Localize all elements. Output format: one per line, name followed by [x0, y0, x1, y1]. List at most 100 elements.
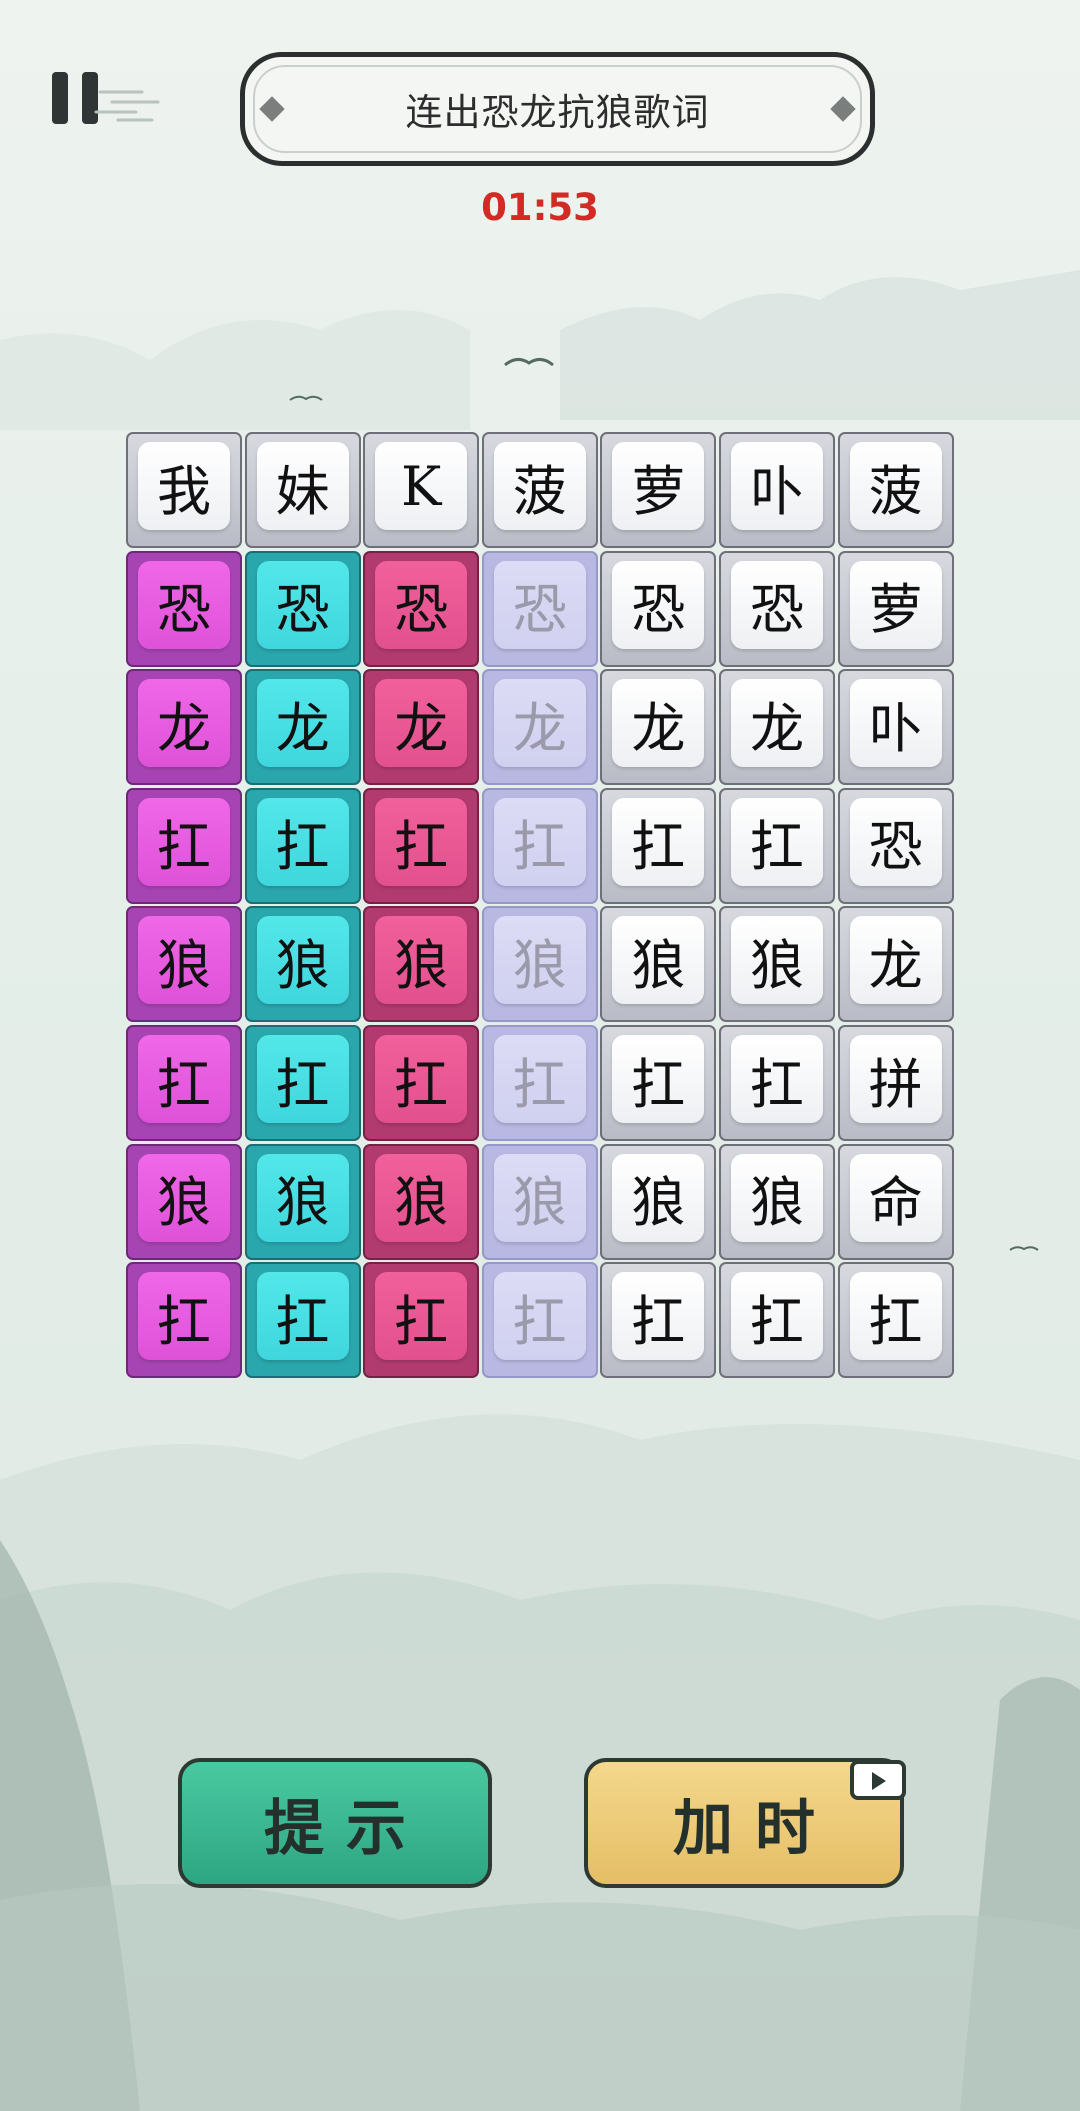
character-tile-label: 扛	[731, 1035, 823, 1123]
character-tile-label: 萝	[612, 442, 705, 530]
character-tile[interactable]: 狼	[126, 906, 242, 1023]
character-tile[interactable]: 扛	[126, 1025, 242, 1141]
character-tile-label: 龙	[138, 679, 230, 768]
character-tile[interactable]: 龙	[126, 669, 242, 786]
character-tile-label: 恐	[731, 560, 823, 649]
character-tile-label: 狼	[612, 1153, 705, 1242]
character-tile-label: 扛	[375, 1035, 468, 1123]
tile-board: 我妹K菠萝卟菠恐恐恐恐恐恐萝龙龙龙龙龙龙卟扛扛扛扛扛扛恐狼狼狼狼狼狼龙扛扛扛扛扛…	[126, 432, 956, 1392]
character-tile[interactable]: 扛	[126, 1262, 242, 1379]
character-tile-label: 卟	[849, 679, 942, 768]
character-tile[interactable]: 菠	[837, 432, 954, 548]
character-tile[interactable]: 恐	[244, 550, 361, 667]
character-tile-label: 狼	[375, 1153, 468, 1242]
character-tile[interactable]: 狼	[126, 1143, 242, 1260]
character-tile[interactable]: 扛	[363, 1262, 480, 1379]
pause-icon	[52, 72, 68, 124]
character-tile[interactable]: 龙	[481, 669, 598, 786]
character-tile[interactable]: 恐	[481, 550, 598, 667]
character-tile[interactable]: 狼	[244, 906, 361, 1023]
character-tile[interactable]: 狼	[481, 1143, 598, 1260]
character-tile-label: 恐	[849, 797, 942, 886]
character-tile[interactable]: 狼	[363, 1143, 480, 1260]
character-tile[interactable]: 萝	[837, 550, 954, 667]
character-tile-label: 恐	[256, 560, 349, 649]
character-tile[interactable]: 妹	[244, 432, 361, 548]
character-tile-label: 扛	[256, 1035, 349, 1123]
character-tile[interactable]: 卟	[719, 432, 835, 548]
character-tile[interactable]: 扛	[600, 1262, 717, 1379]
character-tile[interactable]: 扛	[481, 1262, 598, 1379]
character-tile[interactable]: 扛	[600, 1025, 717, 1141]
character-tile[interactable]: 龙	[600, 669, 717, 786]
character-tile[interactable]: 扛	[244, 787, 361, 904]
character-tile[interactable]: 恐	[837, 787, 954, 904]
character-tile[interactable]: 扛	[363, 787, 480, 904]
character-tile[interactable]: 命	[837, 1143, 954, 1260]
character-tile[interactable]: 萝	[600, 432, 717, 548]
character-tile[interactable]: 扛	[719, 1262, 835, 1379]
character-tile[interactable]: 恐	[719, 550, 835, 667]
character-tile-label: 狼	[138, 1153, 230, 1242]
character-tile-label: 龙	[849, 916, 942, 1005]
character-tile[interactable]: 狼	[719, 1143, 835, 1260]
hint-button[interactable]: 提示	[178, 1758, 492, 1888]
character-tile-label: 菠	[493, 442, 586, 530]
character-tile[interactable]: 扛	[363, 1025, 480, 1141]
character-tile[interactable]: 扛	[481, 787, 598, 904]
character-tile[interactable]: 狼	[600, 1143, 717, 1260]
character-tile[interactable]: 我	[126, 432, 242, 548]
character-tile[interactable]: 龙	[837, 906, 954, 1023]
character-tile[interactable]: 恐	[126, 550, 242, 667]
character-tile-label: 扛	[256, 1272, 349, 1361]
character-tile[interactable]: 龙	[244, 669, 361, 786]
character-tile[interactable]: 扛	[481, 1025, 598, 1141]
character-tile-label: 扛	[493, 1035, 586, 1123]
character-tile-label: 扛	[612, 1035, 705, 1123]
character-tile-label: 龙	[256, 679, 349, 768]
character-tile[interactable]: 龙	[363, 669, 480, 786]
character-tile[interactable]: 扛	[126, 787, 242, 904]
character-tile-label: 扛	[731, 797, 823, 886]
character-tile-label: 扛	[493, 797, 586, 886]
character-tile[interactable]: 扛	[719, 787, 835, 904]
character-tile[interactable]: 卟	[837, 669, 954, 786]
character-tile-label: 扛	[375, 1272, 468, 1361]
character-tile-label: 狼	[731, 1153, 823, 1242]
character-tile-label: 狼	[256, 916, 349, 1005]
character-tile-label: K	[375, 442, 468, 530]
character-tile[interactable]: K	[363, 432, 480, 548]
character-tile-label: 狼	[612, 916, 705, 1005]
character-tile-label: 狼	[731, 916, 823, 1005]
character-tile-label: 狼	[138, 916, 230, 1005]
character-tile-label: 拼	[849, 1035, 942, 1123]
character-tile[interactable]: 扛	[244, 1025, 361, 1141]
countdown-timer: 01:53	[481, 186, 599, 229]
character-tile-label: 狼	[256, 1153, 349, 1242]
character-tile[interactable]: 拼	[837, 1025, 954, 1141]
character-tile[interactable]: 扛	[837, 1262, 954, 1379]
character-tile-label: 扛	[849, 1272, 942, 1361]
character-tile-label: 狼	[375, 916, 468, 1005]
character-tile-label: 龙	[493, 679, 586, 768]
video-ad-icon	[850, 1760, 906, 1800]
character-tile[interactable]: 狼	[363, 906, 480, 1023]
character-tile-label: 龙	[375, 679, 468, 768]
character-tile-label: 狼	[493, 1153, 586, 1242]
character-tile-label: 卟	[731, 442, 823, 530]
character-tile-label: 扛	[138, 797, 230, 886]
character-tile[interactable]: 恐	[600, 550, 717, 667]
character-tile[interactable]: 龙	[719, 669, 835, 786]
character-tile[interactable]: 狼	[600, 906, 717, 1023]
character-tile[interactable]: 恐	[363, 550, 480, 667]
character-tile[interactable]: 扛	[244, 1262, 361, 1379]
character-tile[interactable]: 扛	[719, 1025, 835, 1141]
character-tile-label: 扛	[138, 1035, 230, 1123]
character-tile[interactable]: 扛	[600, 787, 717, 904]
character-tile[interactable]: 狼	[244, 1143, 361, 1260]
level-title: 连出恐龙抗狼歌词	[405, 91, 710, 134]
character-tile[interactable]: 狼	[481, 906, 598, 1023]
character-tile-label: 扛	[612, 1272, 705, 1361]
character-tile[interactable]: 菠	[481, 432, 598, 548]
character-tile[interactable]: 狼	[719, 906, 835, 1023]
